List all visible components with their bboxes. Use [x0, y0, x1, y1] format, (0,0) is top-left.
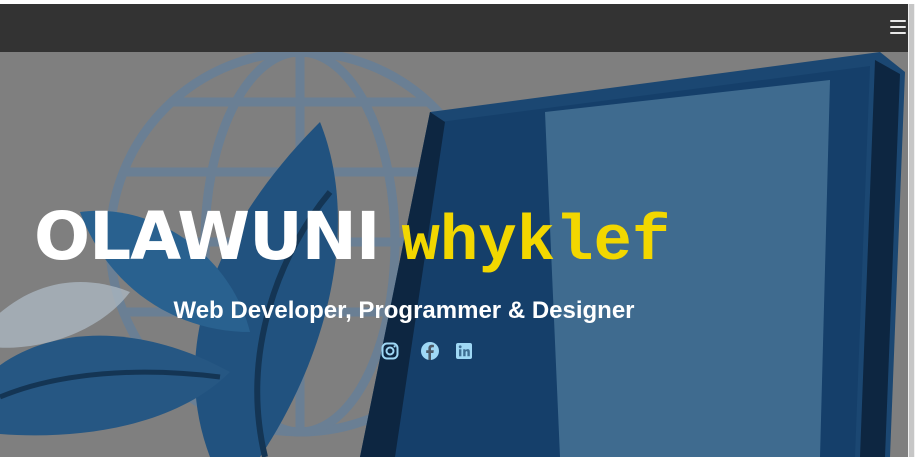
linkedin-icon[interactable]: [454, 341, 474, 361]
first-name: OLAWUNI: [34, 198, 380, 275]
navbar: [0, 4, 908, 52]
hero-section: OLAWUNI whyklef Web Developer, Programme…: [0, 52, 908, 457]
hero-headline: OLAWUNI whyklef: [34, 198, 670, 279]
vertical-scrollbar[interactable]: [908, 4, 915, 457]
facebook-icon[interactable]: [420, 341, 440, 361]
scrollbar-thumb[interactable]: [909, 4, 914, 457]
social-links: [380, 341, 474, 361]
last-name: whyklef: [401, 207, 671, 279]
instagram-icon[interactable]: [380, 341, 400, 361]
hero-subtitle: Web Developer, Programmer & Designer: [173, 297, 635, 324]
hamburger-menu-icon[interactable]: [890, 20, 906, 34]
